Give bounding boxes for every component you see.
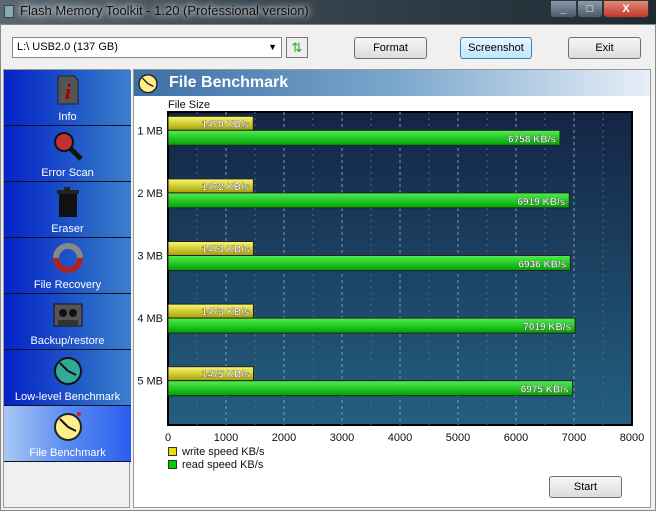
x-tick-label: 7000	[562, 432, 586, 444]
bar-value-label: 1470 KB/s	[201, 119, 249, 130]
bar-value-label: 6975 KB/s	[521, 385, 569, 396]
x-tick-label: 0	[165, 432, 171, 444]
benchmark-chart: File Size 0 1000 2000 3000 4000 5000 6000 7000 8…	[137, 99, 644, 444]
bar-value-label: 1472 KB/s	[202, 182, 250, 193]
y-tick-label: 5 MB	[137, 376, 163, 388]
y-tick-label: 1 MB	[137, 125, 163, 137]
y-axis-label: File Size	[168, 99, 210, 111]
bar-value-label: 6758 KB/s	[508, 134, 556, 145]
y-tick-label: 2 MB	[137, 188, 163, 200]
x-tick-label: 1000	[214, 432, 238, 444]
bar-value-label: 6936 KB/s	[518, 260, 566, 271]
x-tick-label: 8000	[620, 432, 644, 444]
start-button[interactable]: Start	[549, 476, 622, 498]
read-bar	[167, 129, 561, 146]
bar-value-label: 1475 KB/s	[202, 370, 250, 381]
legend-swatch	[168, 460, 177, 469]
legend-item-read: read speed KB/s	[168, 459, 263, 471]
x-tick-label: 3000	[330, 432, 354, 444]
read-bar	[167, 317, 576, 334]
bar-value-label: 1473 KB/s	[202, 307, 250, 318]
read-bar	[167, 192, 570, 209]
legend-swatch	[168, 447, 177, 456]
read-bar	[167, 380, 574, 397]
legend-item-write: write speed KB/s	[168, 446, 265, 458]
x-tick-label: 4000	[388, 432, 412, 444]
y-tick-label: 4 MB	[137, 313, 163, 325]
x-tick-label: 6000	[504, 432, 528, 444]
bar-value-label: 7019 KB/s	[523, 322, 571, 333]
y-tick-label: 3 MB	[137, 251, 163, 263]
bar-value-label: 1473 KB/s	[202, 245, 250, 256]
read-bar	[167, 255, 571, 271]
x-tick-label: 2000	[272, 432, 296, 444]
bar-value-label: 6919 KB/s	[517, 197, 565, 208]
x-tick-label: 5000	[446, 432, 470, 444]
